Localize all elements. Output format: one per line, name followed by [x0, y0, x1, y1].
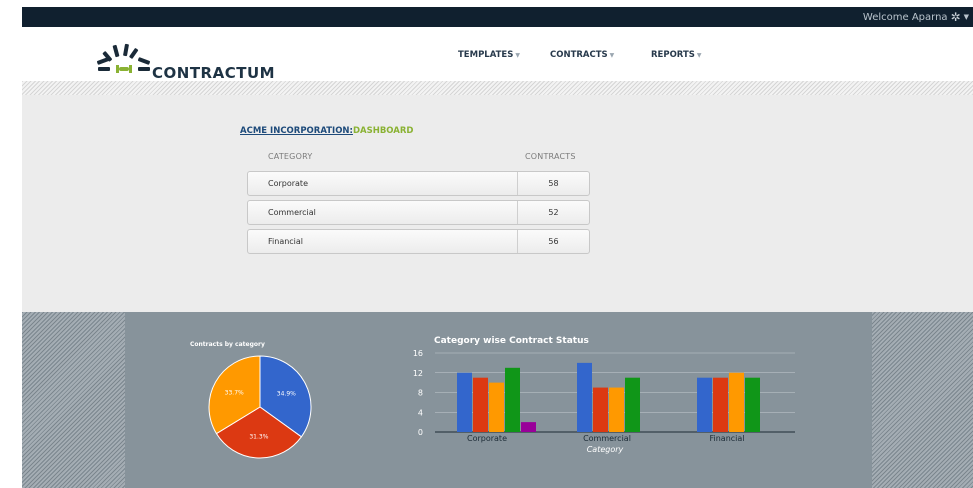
header-divider — [22, 81, 973, 95]
category-column-header: CATEGORY — [268, 152, 313, 161]
brand-logo[interactable]: CONTRACTUM — [94, 39, 276, 83]
bar[interactable] — [489, 382, 504, 432]
bar-chart: 0 4 8 12 16 Corporate Commercial Financial Categ… — [413, 349, 795, 454]
category-cell: Commercial — [268, 208, 316, 217]
brand-name: CONTRACTUM — [152, 64, 276, 82]
header: CONTRACTUM TEMPLATES ▼ CONTRACTS ▼ REPORTS… — [22, 27, 973, 83]
bar[interactable] — [713, 377, 728, 432]
table-row[interactable]: Corporate 58 — [247, 171, 590, 196]
charts-section: Contracts by category 34.9% 31.3% 33.7% Ca… — [22, 312, 973, 488]
bar[interactable] — [745, 377, 760, 432]
x-axis-label: Category — [587, 445, 624, 454]
pie-slice-label: 34.9% — [277, 391, 296, 398]
nav-reports[interactable]: REPORTS ▼ — [651, 50, 702, 60]
x-tick-label: Financial — [709, 434, 744, 443]
table-row[interactable]: Commercial 52 — [247, 200, 590, 225]
gear-icon: ✲ — [950, 10, 961, 24]
nav-templates-label: TEMPLATES — [458, 50, 514, 60]
bar[interactable] — [473, 377, 488, 432]
dashboard-panel: ACME INCORPORATION:DASHBOARD CATEGORY CO… — [22, 95, 973, 312]
nav-templates[interactable]: TEMPLATES ▼ — [458, 50, 520, 60]
page-title: ACME INCORPORATION:DASHBOARD — [240, 126, 413, 136]
bar[interactable] — [625, 377, 640, 432]
contracts-column-header: CONTRACTS — [525, 152, 576, 161]
pie-slice-label: 33.7% — [225, 390, 244, 397]
y-tick-label: 16 — [413, 349, 423, 358]
contracts-cell: 58 — [548, 179, 559, 188]
contracts-cell: 52 — [548, 208, 559, 217]
welcome-text: Welcome Aparna — [862, 11, 948, 23]
category-cell: Corporate — [268, 179, 308, 188]
pie-chart-title: Contracts by category — [190, 341, 265, 348]
chevron-down-icon: ▼ — [515, 52, 520, 59]
bar-chart-title: Category wise Contract Status — [434, 336, 589, 346]
bar[interactable] — [697, 377, 712, 432]
page: Welcome Aparna ✲ ▼ CONTRACTUM TEMPLATES … — [0, 0, 973, 488]
bar[interactable] — [505, 367, 520, 432]
chevron-down-icon: ▼ — [609, 52, 615, 59]
y-tick-label: 12 — [413, 369, 423, 378]
logo-mark-icon — [96, 43, 151, 73]
nav-contracts[interactable]: CONTRACTS ▼ — [550, 50, 614, 60]
bar[interactable] — [593, 387, 608, 432]
table-row[interactable]: Financial 56 — [247, 229, 590, 254]
y-tick-label: 0 — [418, 428, 423, 437]
bar[interactable] — [729, 372, 744, 432]
chevron-down-icon: ▼ — [696, 52, 702, 59]
bar[interactable] — [577, 362, 592, 432]
contracts-cell: 56 — [548, 237, 559, 246]
nav-reports-label: REPORTS — [651, 50, 695, 60]
top-bar: Welcome Aparna ✲ ▼ — [22, 7, 973, 27]
y-tick-label: 4 — [418, 408, 423, 417]
y-tick-label: 8 — [418, 389, 423, 398]
nav-contracts-label: CONTRACTS — [550, 50, 608, 60]
x-tick-label: Commercial — [583, 434, 631, 443]
user-menu[interactable]: Welcome Aparna ✲ ▼ — [863, 10, 969, 24]
chevron-down-icon: ▼ — [963, 13, 969, 21]
pie-slice-label: 31.3% — [249, 434, 268, 441]
bar[interactable] — [457, 372, 472, 432]
x-tick-label: Corporate — [467, 434, 507, 443]
category-cell: Financial — [268, 237, 304, 246]
section-label: DASHBOARD — [352, 126, 414, 136]
bar[interactable] — [521, 422, 536, 432]
pie-chart: 34.9% 31.3% 33.7% — [208, 355, 312, 459]
bar[interactable] — [609, 387, 624, 432]
company-link[interactable]: ACME INCORPORATION: — [240, 126, 353, 136]
charts-panel: Contracts by category 34.9% 31.3% 33.7% Ca… — [125, 312, 872, 488]
